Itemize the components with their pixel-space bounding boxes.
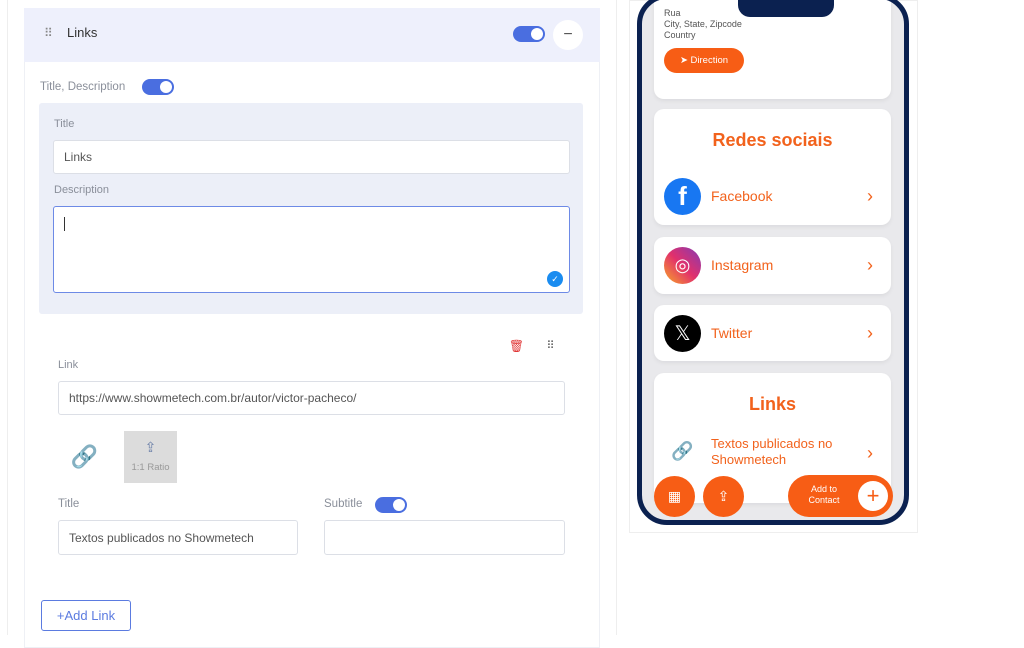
upload-icon: ⇪ [717, 488, 730, 504]
upload-icon: ⇪ [144, 439, 157, 455]
social-label: Instagram [711, 257, 774, 273]
address-line: Country [664, 30, 696, 40]
plus-icon: + [56, 608, 65, 623]
chevron-right-icon: › [867, 254, 873, 275]
facebook-icon: f [664, 177, 701, 215]
phone-preview: Rua City, State, Zipcode Country ➤ Direc… [637, 0, 909, 525]
social-card-instagram: ◎ Instagram › [654, 237, 891, 294]
add-contact-label: Add to Contact [808, 484, 840, 505]
link-title-input[interactable]: Textos publicados no Showmetech [58, 520, 298, 555]
drag-handle-icon[interactable]: ⠿ [44, 26, 53, 40]
subtitle-toggle[interactable] [375, 497, 407, 513]
link-icon[interactable]: 🔗 [60, 432, 109, 481]
title-desc-toggle[interactable] [142, 79, 174, 95]
drag-link-button[interactable]: ⠿ [537, 332, 564, 359]
grammar-check-icon[interactable]: ✓ [547, 271, 563, 287]
title-label: Title [54, 118, 75, 130]
section-toggle[interactable] [513, 26, 545, 42]
social-row-facebook[interactable]: f Facebook › [654, 168, 891, 224]
address-line: City, State, Zipcode [664, 19, 742, 29]
description-label: Description [54, 184, 110, 196]
link-url-input[interactable]: https://www.showmetech.com.br/autor/vict… [58, 381, 565, 415]
subtitle-input[interactable] [324, 520, 565, 555]
link-label: Link [58, 359, 79, 371]
social-label: Twitter [711, 325, 753, 341]
social-row-instagram[interactable]: ◎ Instagram › [654, 237, 891, 293]
link-label: Textos publicados no Showmetech [711, 436, 833, 467]
description-textarea[interactable] [53, 206, 570, 293]
phone-notch [738, 0, 834, 17]
social-card: Redes sociais f Facebook › [654, 109, 891, 225]
add-link-button[interactable]: + Add Link [41, 600, 131, 631]
direction-label: Direction [690, 55, 729, 66]
navigation-icon: ➤ [679, 55, 691, 66]
collapse-button[interactable]: − [553, 20, 583, 50]
upload-ratio-label: 1:1 Ratio [131, 462, 170, 473]
links-title: Links [748, 394, 796, 414]
chevron-right-icon: › [867, 443, 873, 463]
plus-icon: + [858, 481, 888, 511]
direction-button[interactable]: ➤ Direction [664, 48, 744, 73]
qr-code-icon: ▦ [667, 488, 682, 504]
text-cursor [64, 217, 65, 231]
social-row-twitter[interactable]: 𝕏 Twitter › [654, 305, 891, 361]
x-twitter-icon: 𝕏 [664, 314, 701, 352]
link-title-label: Title [58, 498, 80, 510]
section-header: ⠿ Links − [24, 8, 600, 62]
add-link-label: Add Link [64, 608, 116, 623]
section-title: Links [67, 25, 98, 40]
title-desc-label: Title, Description [40, 81, 126, 93]
link-icon: 🔗 [664, 433, 701, 470]
instagram-icon: ◎ [664, 246, 701, 284]
add-to-contact-button[interactable]: Add to Contact + [788, 475, 893, 517]
upload-image-button[interactable]: ⇪ 1:1 Ratio [124, 431, 177, 483]
qr-code-button[interactable]: ▦ [654, 476, 695, 517]
social-card-twitter: 𝕏 Twitter › [654, 305, 891, 361]
chevron-right-icon: › [867, 185, 873, 206]
delete-link-button[interactable]: 🗑 [503, 332, 530, 359]
subtitle-label: Subtitle [324, 498, 363, 510]
chevron-right-icon: › [867, 322, 873, 343]
share-button[interactable]: ⇪ [703, 476, 744, 517]
social-label: Facebook [711, 188, 773, 204]
title-input[interactable]: Links [53, 140, 570, 174]
social-title: Redes sociais [712, 130, 833, 150]
address-line: Rua [664, 8, 681, 18]
